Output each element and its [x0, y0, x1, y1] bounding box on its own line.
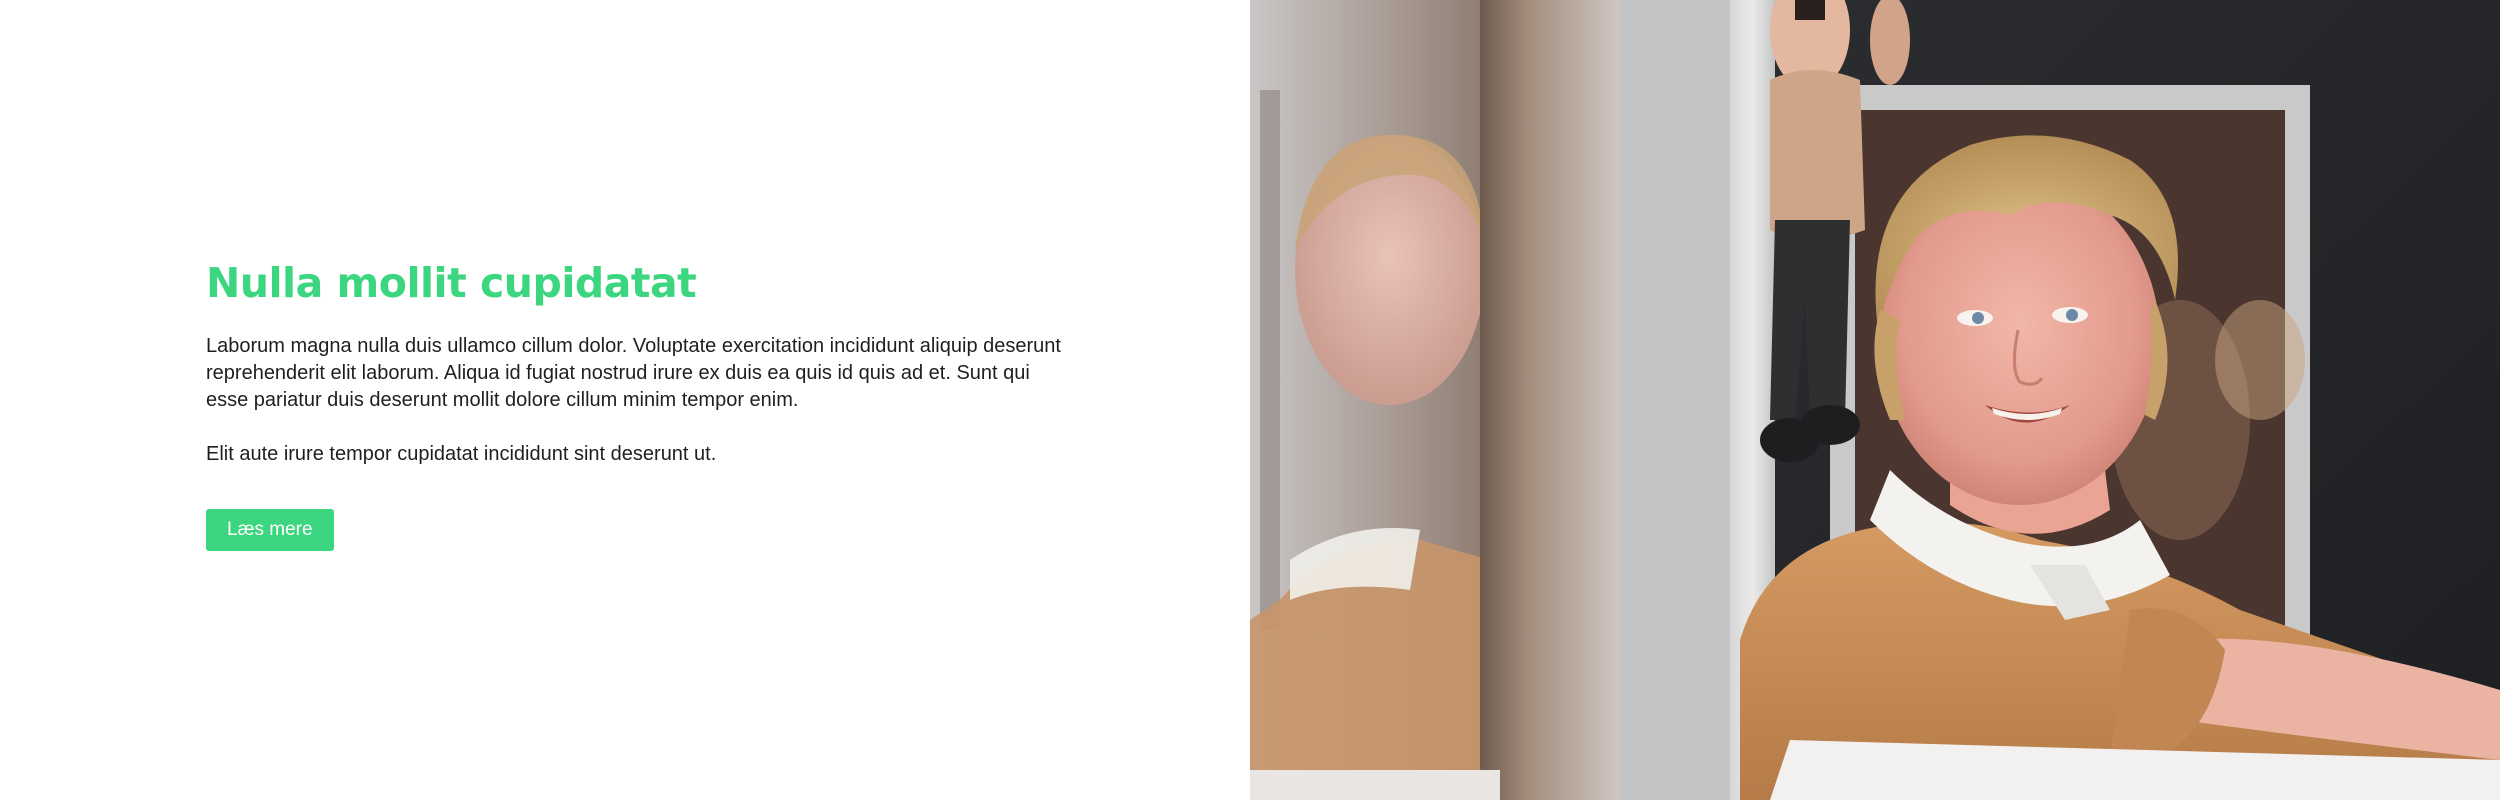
hero-heading: Nulla mollit cupidatat	[206, 259, 697, 307]
hero-text-column: Nulla mollit cupidatat Laborum magna nul…	[0, 0, 1250, 800]
hero-photo	[1250, 0, 2500, 800]
hero-image	[1250, 0, 2500, 800]
read-more-button[interactable]: Læs mere	[206, 509, 334, 551]
hero-content: Nulla mollit cupidatat Laborum magna nul…	[206, 255, 1066, 551]
hero-paragraph-2: Elit aute irure tempor cupidatat incidid…	[206, 443, 717, 465]
hero-section: Nulla mollit cupidatat Laborum magna nul…	[0, 0, 2500, 800]
hero-paragraph-1: Laborum magna nulla duis ullamco cillum …	[206, 335, 1061, 411]
